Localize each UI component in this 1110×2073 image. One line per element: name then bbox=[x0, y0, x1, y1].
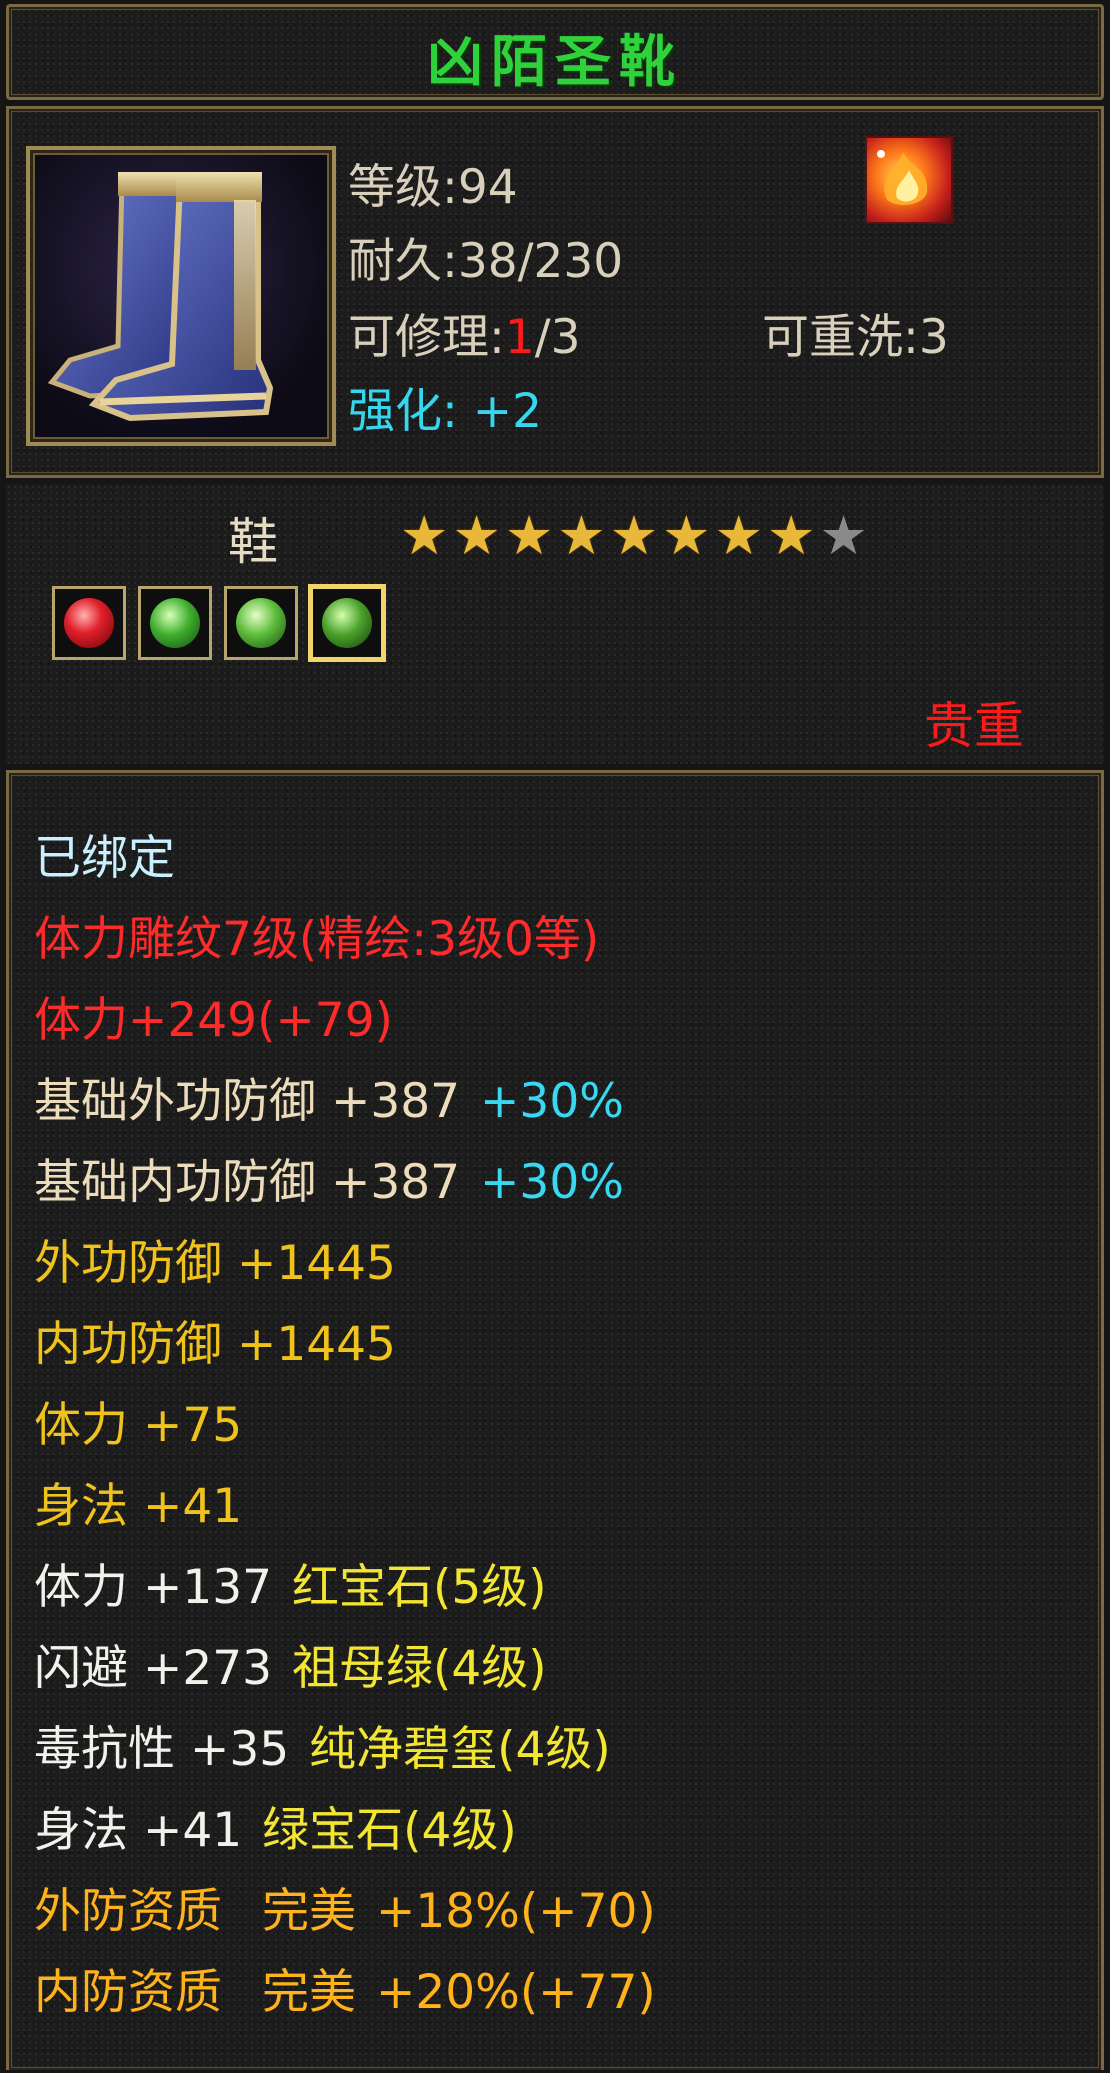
base-inner-defense-bonus: +30% bbox=[480, 1155, 624, 1210]
base-outer-defense-line: 基础外功防御 +387 +30% bbox=[34, 1061, 1090, 1142]
title-panel: 凶陌圣靴 bbox=[6, 4, 1104, 100]
inner-quality-value: +20%(+77) bbox=[376, 1965, 656, 2020]
star-rating: ★ ★ ★ ★ ★ ★ ★ ★ ★ bbox=[400, 508, 868, 568]
inner-quality-line: 内防资质 完美 +20%(+77) bbox=[34, 1952, 1090, 2033]
outer-quality-value: +18%(+70) bbox=[376, 1884, 656, 1939]
fire-emblem-icon bbox=[865, 136, 953, 224]
gem-line-stat: 身法 +41 bbox=[34, 1803, 243, 1858]
base-inner-defense-label: 基础内功防御 +387 bbox=[34, 1155, 461, 1210]
boots-icon bbox=[47, 172, 274, 422]
agility-line: 身法 +41 bbox=[34, 1479, 243, 1534]
gem-line-gem: 绿宝石(4级) bbox=[262, 1803, 517, 1858]
gem-socket-ruby-icon[interactable] bbox=[52, 586, 126, 660]
star-filled-icon: ★ bbox=[504, 504, 554, 567]
star-filled-icon: ★ bbox=[609, 504, 659, 567]
gem-line: 闪避 +273 祖母绿(4级) bbox=[34, 1628, 1090, 1709]
base-inner-defense-line: 基础内功防御 +387 +30% bbox=[34, 1142, 1090, 1223]
inner-quality-grade: 完美 bbox=[262, 1965, 356, 2020]
repair-label: 可修理: bbox=[348, 310, 505, 365]
outer-quality-label: 外防资质 bbox=[34, 1884, 222, 1939]
slot-type: 鞋 bbox=[228, 513, 278, 571]
gem-line-stat: 体力 +137 bbox=[34, 1560, 273, 1615]
item-enhance-level: 强化: +2 bbox=[348, 384, 543, 439]
gem-line-stat: 闪避 +273 bbox=[34, 1641, 273, 1696]
repair-current: 1 bbox=[504, 310, 535, 365]
item-icon[interactable] bbox=[26, 146, 336, 446]
star-empty-icon: ★ bbox=[819, 504, 868, 567]
outer-defense-line: 外功防御 +1445 bbox=[34, 1236, 396, 1291]
gem-socket-green-gem-icon[interactable] bbox=[310, 586, 384, 660]
outer-quality-line: 外防资质 完美 +18%(+70) bbox=[34, 1871, 1090, 1952]
gem-line-gem: 红宝石(5级) bbox=[292, 1560, 547, 1615]
attribute-list: 已绑定 体力雕纹7级(精绘:3级0等) 体力+249(+79) 基础外功防御 +… bbox=[34, 818, 1090, 2033]
bound-status: 已绑定 bbox=[34, 831, 175, 886]
base-outer-defense-label: 基础外功防御 +387 bbox=[34, 1074, 461, 1129]
inner-defense-line: 内功防御 +1445 bbox=[34, 1317, 396, 1372]
inner-quality-label: 内防资质 bbox=[34, 1965, 222, 2020]
outer-quality-grade: 完美 bbox=[262, 1884, 356, 1939]
gem-socket-tourmaline-icon[interactable] bbox=[224, 586, 298, 660]
gem-line: 毒抗性 +35 纯净碧玺(4级) bbox=[34, 1709, 1090, 1790]
star-filled-icon: ★ bbox=[662, 504, 711, 567]
star-filled-icon: ★ bbox=[557, 504, 606, 567]
gem-line-gem: 纯净碧玺(4级) bbox=[309, 1722, 611, 1777]
star-filled-icon: ★ bbox=[452, 504, 501, 567]
gem-line: 身法 +41 绿宝石(4级) bbox=[34, 1790, 1090, 1871]
item-name: 凶陌圣靴 bbox=[427, 29, 683, 95]
item-quality: 贵重 bbox=[924, 697, 1024, 755]
gem-line-stat: 毒抗性 +35 bbox=[34, 1722, 290, 1777]
item-durability: 耐久:38/230 bbox=[348, 234, 624, 289]
item-rewash-count: 可重洗:3 bbox=[762, 310, 949, 365]
star-filled-icon: ★ bbox=[766, 504, 816, 567]
gem-sockets bbox=[52, 586, 384, 660]
item-repair-count: 可修理:1/3 bbox=[348, 298, 581, 367]
base-outer-defense-bonus: +30% bbox=[480, 1074, 624, 1129]
stamina-total-line: 体力+249(+79) bbox=[34, 993, 393, 1048]
stamina-line: 体力 +75 bbox=[34, 1398, 243, 1453]
engrave-line: 体力雕纹7级(精绘:3级0等) bbox=[34, 912, 600, 967]
gem-line-gem: 祖母绿(4级) bbox=[292, 1641, 547, 1696]
repair-max: /3 bbox=[534, 310, 581, 365]
star-filled-icon: ★ bbox=[400, 504, 449, 567]
item-level: 等级:94 bbox=[348, 160, 518, 215]
gem-line: 体力 +137 红宝石(5级) bbox=[34, 1547, 1090, 1628]
star-filled-icon: ★ bbox=[714, 504, 763, 567]
gem-socket-emerald-icon[interactable] bbox=[138, 586, 212, 660]
